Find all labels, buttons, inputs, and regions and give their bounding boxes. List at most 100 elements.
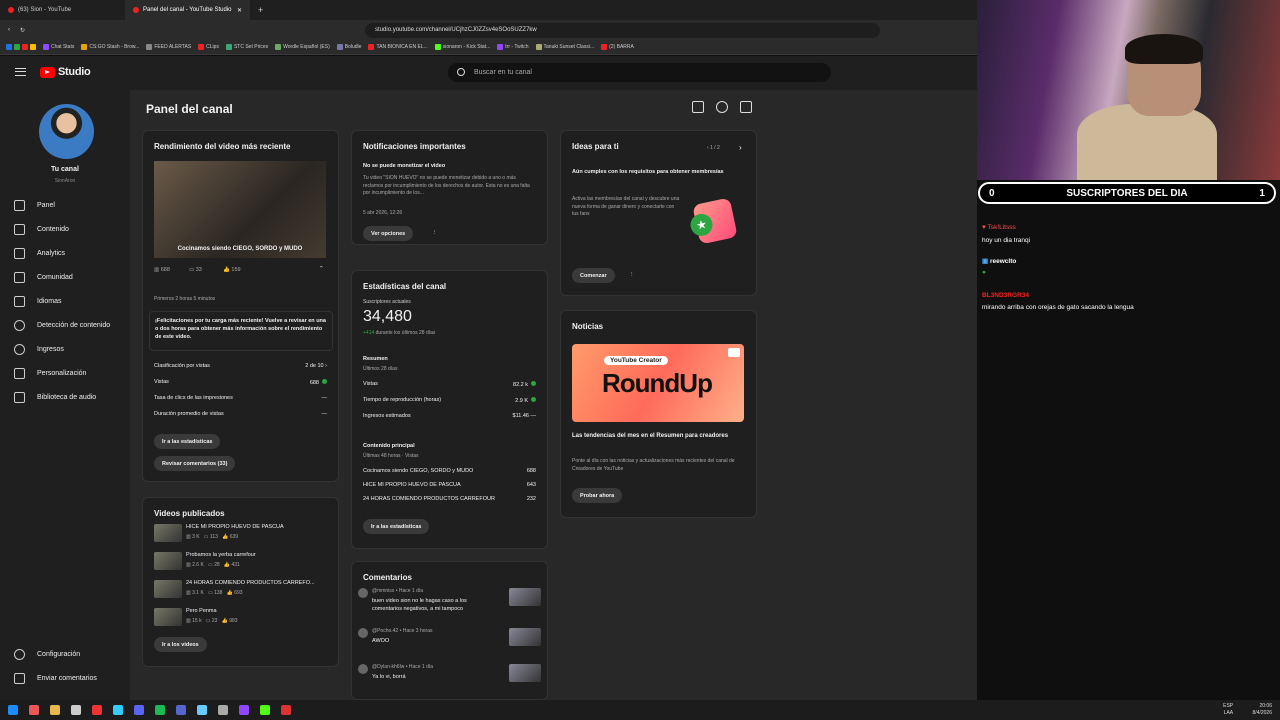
views-stat: ▥ 688: [154, 267, 170, 273]
upload-icon[interactable]: [692, 101, 704, 113]
published-video-row[interactable]: Pero Penma ▥ 15 k ▭ 23 👍 983: [154, 608, 329, 630]
row-label: Tiempo de reproducción (horas): [363, 397, 442, 403]
app-icon[interactable]: [197, 705, 207, 715]
bookmark[interactable]: CS:GO Stash - Brow...: [81, 44, 139, 50]
dashboard-main: Panel del canal Rendimiento del video má…: [130, 90, 977, 700]
sidebar-item-label: Ingresos: [37, 345, 64, 353]
next-icon[interactable]: ›: [739, 143, 742, 152]
sidebar-item-panel[interactable]: Panel: [0, 194, 130, 216]
row-value: 82.2 k: [513, 381, 536, 388]
chrome-icon[interactable]: [92, 705, 102, 715]
up-indicator-icon: [531, 381, 536, 386]
folder-icon[interactable]: [50, 705, 60, 715]
view-options-button[interactable]: Ver opciones: [363, 226, 414, 241]
comment-item[interactable]: @Pocho.42 • Hace 3 horas AWOO: [358, 628, 541, 662]
sidebar-item-feedback[interactable]: Enviar comentarios: [0, 667, 130, 689]
top-content-row[interactable]: HICE MI PROPIO HUEVO DE PASCUA 643: [363, 482, 536, 488]
bookmark[interactable]: STC Set Prices: [225, 44, 268, 50]
comment-item[interactable]: @mmnisx • Hace 1 día buen video sion no l…: [358, 588, 541, 622]
browser-tab-active[interactable]: Panel del canal - YouTube Studio ✕: [125, 0, 250, 20]
bookmark-label: FEED ALERTAS: [154, 44, 192, 50]
bookmark[interactable]: Chat Stats: [43, 44, 74, 50]
more-icon[interactable]: ⋮: [432, 230, 438, 236]
windows-start-icon[interactable]: [8, 705, 18, 715]
new-tab-icon[interactable]: +: [250, 5, 263, 15]
card-title: Noticias: [572, 322, 604, 331]
bookmark[interactable]: Wordle Español (ES): [275, 44, 330, 50]
app-icon[interactable]: [176, 705, 186, 715]
create-post-icon[interactable]: [740, 101, 752, 113]
try-now-button[interactable]: Probar ahora: [572, 488, 623, 503]
app-icon[interactable]: [71, 705, 81, 715]
channel-avatar[interactable]: [39, 104, 94, 159]
app-icon[interactable]: [218, 705, 228, 715]
sidebar-item-community[interactable]: Comunidad: [0, 266, 130, 288]
telegram-icon[interactable]: [113, 705, 123, 715]
row-value: 232: [526, 496, 536, 502]
studio-logo[interactable]: Studio: [40, 66, 91, 78]
published-video-row[interactable]: 24 HORAS COMIENDO PRODUCTOS CARREFO... ▥ …: [154, 580, 329, 602]
go-to-videos-button[interactable]: Ir a los videos: [154, 637, 207, 652]
idea-title: Aún cumples con los requisitos para obte…: [572, 169, 724, 175]
summary-period: Últimos 28 días: [363, 366, 398, 372]
bookmark[interactable]: Boludle: [336, 44, 361, 50]
more-icon[interactable]: ⋮: [629, 272, 635, 278]
kick-icon[interactable]: [260, 705, 270, 715]
app-icon[interactable]: [281, 705, 291, 715]
twitch-icon[interactable]: [239, 705, 249, 715]
card-title: Rendimiento del video más reciente: [154, 142, 291, 151]
bookmark[interactable]: FEED ALERTAS: [146, 44, 191, 50]
published-video-row[interactable]: Probamos la yerba carrefour ▥ 2.6 K ▭ 28 …: [154, 552, 329, 574]
video-comments: 23: [211, 618, 218, 624]
spotify-icon[interactable]: [155, 705, 165, 715]
back-icon[interactable]: ‹: [8, 27, 10, 33]
row-label: HICE MI PROPIO HUEVO DE PASCUA: [363, 482, 461, 488]
summary-row: Vistas 82.2 k: [363, 381, 536, 388]
sidebar-item-content-detection[interactable]: Detección de contenido: [0, 314, 130, 336]
browser-tab[interactable]: (63) Sion - YouTube: [0, 0, 125, 20]
sidebar-item-customization[interactable]: Personalización: [0, 362, 130, 384]
system-tray[interactable]: ESP LAA 20:06 8/4/2026: [1223, 703, 1272, 717]
discord-icon[interactable]: [134, 705, 144, 715]
published-video-row[interactable]: HICE MI PROPIO HUEVO DE PASCUA ▥ 3 K ▭ 11…: [154, 524, 329, 546]
go-to-analytics-button[interactable]: Ir a las estadísticas: [154, 434, 221, 449]
bookmark[interactable]: (2) BARRA: [601, 44, 634, 50]
reload-icon[interactable]: ↻: [20, 27, 25, 34]
bookmark-label: trr - Twitch: [505, 44, 529, 50]
search-input[interactable]: Buscar en tu canal: [448, 63, 831, 82]
sidebar-item-languages[interactable]: Idiomas: [0, 290, 130, 312]
review-comments-button[interactable]: Revisar comentarios (33): [154, 456, 236, 471]
bookmark[interactable]: Tanuki Sunset Classi...: [535, 44, 594, 50]
bookmark[interactable]: trr - Twitch: [497, 44, 529, 50]
summary-title: Resumen: [363, 356, 388, 362]
menu-icon[interactable]: [15, 68, 26, 76]
bookmark[interactable]: [6, 44, 36, 50]
top-content-row[interactable]: Cocinamos siendo CIEGO, SORDO y MUDO 688: [363, 468, 536, 474]
start-button[interactable]: Comenzar: [572, 268, 615, 283]
subscriber-count: 34,480: [363, 308, 412, 325]
go-live-icon[interactable]: [716, 101, 728, 113]
comment-item[interactable]: @Dylan-kh6lw • Hace 1 día Ya lo vi, borrá: [358, 664, 541, 698]
go-to-analytics-button[interactable]: Ir a las estadísticas: [363, 519, 430, 534]
top-content-row[interactable]: 24 HORAS COMIENDO PRODUCTOS CARREFOUR 232: [363, 496, 536, 502]
close-tab-icon[interactable]: ✕: [237, 7, 242, 14]
channel-name[interactable]: Tu canal: [0, 166, 130, 173]
bookmark[interactable]: sionaron - Kick Stat...: [434, 44, 490, 50]
sidebar-item-audio-library[interactable]: Biblioteca de audio: [0, 386, 130, 408]
sidebar-item-content[interactable]: Contenido: [0, 218, 130, 240]
browser-icon[interactable]: [29, 705, 39, 715]
sidebar-item-settings[interactable]: Configuración: [0, 643, 130, 665]
chevron-up-icon[interactable]: ⌃: [319, 266, 324, 272]
bookmark[interactable]: TAN BIONICA EN EL...: [368, 44, 428, 50]
video-thumbnail[interactable]: Cocinamos siendo CIEGO, SORDO y MUDO: [154, 161, 326, 258]
bookmark[interactable]: CLips: [198, 44, 219, 50]
play-icon: [728, 348, 740, 357]
url-field[interactable]: studio.youtube.com/channel/UCjhzCJ0ZZsv4…: [365, 22, 881, 38]
video-thumbnail: [154, 580, 182, 598]
video-title: Pero Penma: [186, 608, 217, 614]
notification-title: No se puede monetizar el video: [363, 163, 446, 169]
news-banner[interactable]: YouTube Creator RoundUp: [572, 344, 744, 422]
sidebar-item-analytics[interactable]: Analytics: [0, 242, 130, 264]
sidebar-item-earn[interactable]: Ingresos: [0, 338, 130, 360]
avatar: [358, 628, 368, 638]
